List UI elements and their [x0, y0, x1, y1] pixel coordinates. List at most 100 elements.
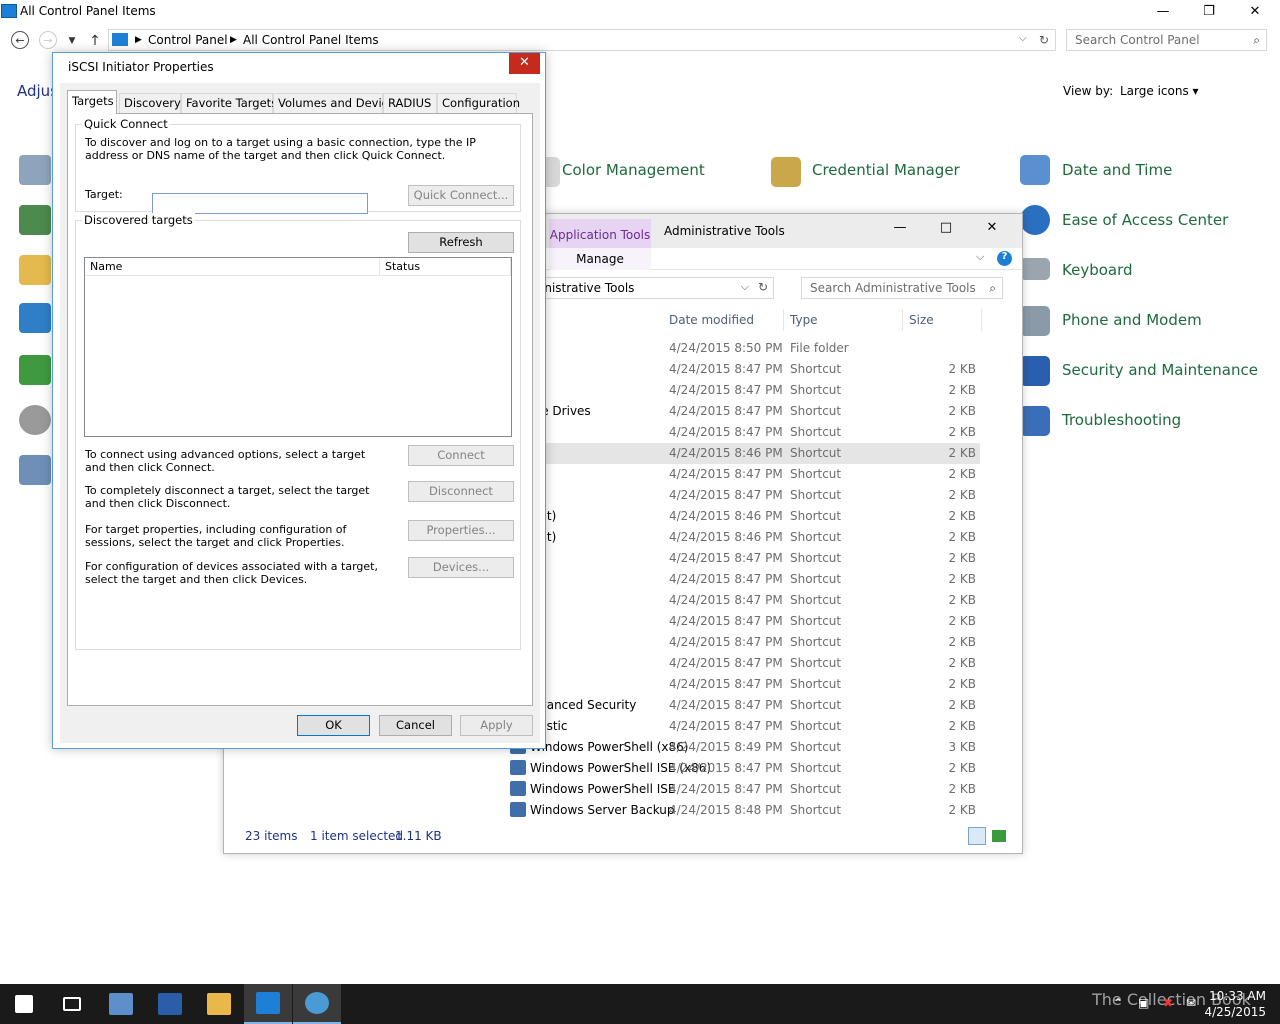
admin-tools-icon[interactable] [19, 205, 51, 235]
connect-button[interactable]: Connect [408, 445, 514, 466]
chevron-down-icon[interactable]: ⌵ [1019, 33, 1027, 44]
close-button[interactable]: ✕ [1232, 0, 1278, 22]
table-row[interactable]: nize Drives 4/24/2015 8:47 PM Shortcut 2 KB [524, 401, 980, 422]
search-admin-tools-input[interactable]: Search Administrative Tools ⌕ [801, 277, 1003, 299]
user-accounts-icon[interactable] [19, 455, 51, 485]
cp-item-credential-manager[interactable]: Credential Manager [812, 161, 960, 179]
credential-manager-icon[interactable] [771, 157, 801, 187]
cp-item-ease-of-access[interactable]: Ease of Access Center [1062, 211, 1228, 229]
devices-button[interactable]: Devices... [408, 557, 514, 578]
back-icon[interactable]: ← [11, 31, 29, 49]
col-status[interactable]: Status [380, 258, 511, 276]
power-options-icon[interactable] [19, 355, 51, 385]
notifications-icon[interactable]: ✉ [1186, 996, 1196, 1010]
table-row[interactable]: 4/24/2015 8:50 PM File folder [524, 338, 980, 359]
table-row[interactable]: Advanced Security 4/24/2015 8:47 PM Shortc… [524, 695, 980, 716]
properties-button[interactable]: Properties... [408, 520, 514, 541]
start-button[interactable] [0, 984, 48, 1024]
cp-item-phone-modem[interactable]: Phone and Modem [1062, 311, 1202, 329]
cancel-button[interactable]: Cancel [379, 715, 452, 736]
breadcrumb-control-panel[interactable]: Control Panel [148, 33, 228, 47]
close-button[interactable]: ✕ [969, 216, 1015, 238]
table-row[interactable]: 4/24/2015 8:46 PM Shortcut 2 KB [524, 443, 980, 464]
tab-configuration[interactable]: Configuration [437, 93, 520, 113]
disconnect-button[interactable]: Disconnect [408, 481, 514, 502]
tab-radius[interactable]: RADIUS [383, 93, 437, 113]
refresh-icon[interactable]: ↻ [758, 280, 768, 294]
language-icon[interactable] [19, 303, 51, 333]
table-row[interactable]: 4/24/2015 8:47 PM Shortcut 2 KB [524, 464, 980, 485]
minimize-button[interactable]: — [1140, 0, 1186, 22]
sound-icon[interactable] [19, 405, 51, 435]
table-row[interactable]: 4/24/2015 8:47 PM Shortcut 2 KB [524, 422, 980, 443]
tab-discovery[interactable]: Discovery [119, 93, 181, 113]
table-row[interactable]: Windows PowerShell ISE (x86) 4/24/2015 8:… [510, 758, 980, 779]
clock[interactable]: 10:33 AM 4/25/2015 [1204, 988, 1266, 1020]
taskbar-powershell[interactable] [146, 984, 194, 1024]
table-row[interactable]: 2-bit)4/24/2015 8:46 PMShortcut2 KB [524, 506, 980, 527]
ok-button[interactable]: OK [297, 715, 370, 736]
tab-targets[interactable]: Targets [67, 90, 117, 114]
action-center-icon[interactable] [19, 155, 51, 185]
chevron-right-icon[interactable]: ▶ [135, 35, 142, 45]
minimize-button[interactable]: — [877, 216, 923, 238]
taskbar-iscsi[interactable] [293, 984, 341, 1024]
tab-volumes-devices[interactable]: Volumes and Devices [273, 93, 401, 113]
volume-muted-icon[interactable]: ✖ [1163, 996, 1173, 1010]
table-row[interactable]: 4/24/2015 8:47 PM Shortcut 2 KB [524, 569, 980, 590]
table-row[interactable]: 4/24/2015 8:47 PM Shortcut 2 KB [524, 359, 980, 380]
chevron-down-icon[interactable]: ⌵ [976, 250, 984, 264]
target-input[interactable] [152, 193, 368, 214]
col-name[interactable]: Name [85, 258, 380, 276]
forward-icon[interactable]: → [39, 31, 57, 49]
view-by-dropdown[interactable]: Large icons ▾ [1120, 84, 1199, 98]
cp-item-security-maintenance[interactable]: Security and Maintenance [1062, 361, 1258, 379]
table-row[interactable]: 4/24/2015 8:47 PM Shortcut 2 KB [524, 611, 980, 632]
col-date-modified[interactable]: Date modified [663, 309, 784, 331]
chevron-up-icon[interactable]: ⌃ [1113, 996, 1123, 1010]
up-icon[interactable]: ↑ [85, 31, 105, 51]
table-row[interactable]: 4/24/2015 8:47 PM Shortcut 2 KB [524, 590, 980, 611]
folder-icon[interactable] [19, 255, 51, 285]
table-row[interactable]: Windows PowerShell ISE 4/24/2015 8:47 PM S… [510, 779, 980, 800]
table-row[interactable]: 4/24/2015 8:47 PM Shortcut 2 KB [524, 653, 980, 674]
recent-locations-icon[interactable]: ▼ [62, 31, 82, 51]
col-size[interactable]: Size [903, 309, 982, 331]
table-row[interactable]: 4/24/2015 8:47 PM Shortcut 2 KB [524, 548, 980, 569]
refresh-icon[interactable]: ↻ [1039, 33, 1049, 47]
table-row[interactable]: Windows Server Backup 4/24/2015 8:48 PM Sh… [510, 800, 980, 821]
cp-item-date-time[interactable]: Date and Time [1062, 161, 1172, 179]
keyboard-icon[interactable] [1020, 258, 1050, 280]
network-icon[interactable]: ▣ [1138, 996, 1149, 1010]
ribbon-application-tools[interactable]: Application Tools [549, 219, 651, 249]
search-control-panel-input[interactable]: Search Control Panel ⌕ [1066, 29, 1267, 51]
cp-item-color-management[interactable]: Color Management [562, 161, 705, 179]
quick-connect-button[interactable]: Quick Connect... [408, 185, 514, 206]
address-input[interactable]: ▶ Control Panel ▶ All Control Panel Item… [108, 29, 1056, 51]
refresh-button[interactable]: Refresh [408, 232, 514, 253]
targets-list[interactable]: Name Status [84, 257, 512, 437]
table-row[interactable]: 4/24/2015 8:47 PM Shortcut 2 KB [524, 632, 980, 653]
table-row[interactable]: 4-bit)4/24/2015 8:46 PMShortcut2 KB [524, 527, 980, 548]
cp-item-troubleshooting[interactable]: Troubleshooting [1062, 411, 1181, 429]
ease-of-access-icon[interactable] [1020, 205, 1050, 235]
table-row[interactable]: 4/24/2015 8:47 PM Shortcut 2 KB [524, 674, 980, 695]
phone-modem-icon[interactable] [1020, 306, 1050, 336]
maximize-button[interactable]: □ [923, 216, 969, 238]
chevron-down-icon[interactable]: ⌵ [741, 280, 749, 294]
security-maintenance-icon[interactable] [1020, 356, 1050, 386]
details-view-icon[interactable] [968, 827, 986, 845]
restore-button[interactable]: ❐ [1186, 0, 1232, 22]
apply-button[interactable]: Apply [460, 715, 533, 736]
table-row[interactable]: Windows PowerShell (x86) 4/24/2015 8:49 P… [510, 737, 980, 758]
cp-item-keyboard[interactable]: Keyboard [1062, 261, 1133, 279]
col-type[interactable]: Type [784, 309, 903, 331]
ribbon-manage-tab[interactable]: Manage [549, 248, 651, 270]
taskbar-server-manager[interactable] [97, 984, 145, 1024]
task-view-button[interactable] [48, 984, 96, 1024]
breadcrumb-all-items[interactable]: All Control Panel Items [243, 33, 379, 47]
troubleshooting-icon[interactable] [1020, 406, 1050, 436]
large-icons-view-icon[interactable] [992, 830, 1006, 842]
help-icon[interactable]: ? [997, 251, 1012, 266]
admin-address-input[interactable]: inistrative Tools ⌵ ↻ [524, 277, 774, 299]
